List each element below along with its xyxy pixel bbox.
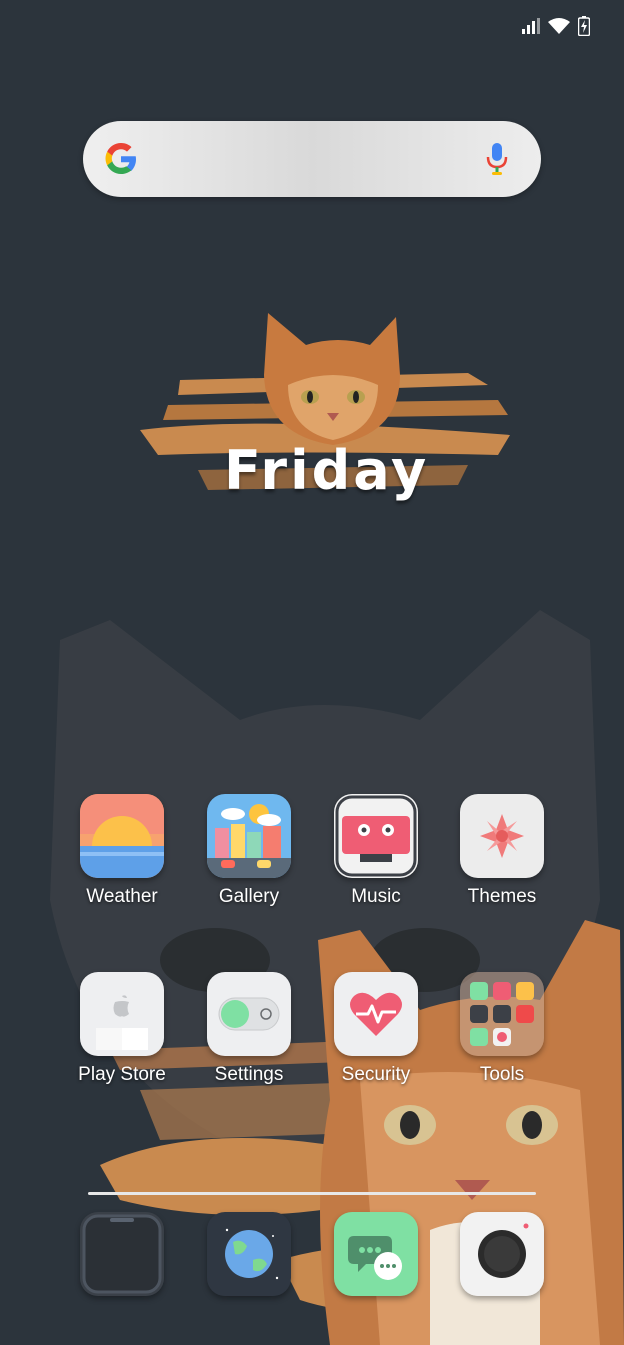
folder-icon xyxy=(460,972,544,1056)
dock-browser[interactable] xyxy=(207,1212,291,1296)
app-label: Tools xyxy=(479,1064,525,1085)
phone-icon xyxy=(80,1212,164,1296)
camera-icon xyxy=(460,1212,544,1296)
app-label: Gallery xyxy=(218,886,280,907)
app-label: Music xyxy=(351,886,401,907)
app-music[interactable]: Music xyxy=(321,794,431,908)
weather-icon xyxy=(80,794,164,878)
app-settings[interactable]: Settings xyxy=(194,972,304,1086)
signal-icon xyxy=(522,18,540,34)
app-label: Settings xyxy=(214,1064,284,1085)
app-label: Themes xyxy=(467,886,537,907)
app-label: Weather xyxy=(86,886,158,907)
dock-divider xyxy=(88,1192,536,1195)
gallery-icon xyxy=(207,794,291,878)
friday-widget[interactable]: Friday xyxy=(138,305,518,515)
app-label: Security xyxy=(341,1064,411,1085)
app-play-store[interactable]: Play Store xyxy=(67,972,177,1086)
app-security[interactable]: Security xyxy=(321,972,431,1086)
play-store-icon xyxy=(80,972,164,1056)
browser-globe-icon xyxy=(207,1212,291,1296)
status-bar xyxy=(522,16,590,36)
battery-charging-icon xyxy=(578,16,590,36)
wallpaper xyxy=(50,610,624,1345)
messages-icon xyxy=(334,1212,418,1296)
heart-pulse-icon xyxy=(334,972,418,1056)
settings-toggle-icon xyxy=(207,972,291,1056)
app-weather[interactable]: Weather xyxy=(67,794,177,908)
dock-camera[interactable] xyxy=(460,1212,544,1296)
dock-phone[interactable] xyxy=(80,1212,164,1296)
wifi-icon xyxy=(548,18,570,34)
music-icon xyxy=(334,794,418,878)
search-bar[interactable] xyxy=(83,121,541,197)
app-label: Play Store xyxy=(78,1064,166,1085)
app-gallery[interactable]: Gallery xyxy=(194,794,304,908)
themes-icon xyxy=(460,794,544,878)
friday-label: Friday xyxy=(224,439,430,502)
microphone-icon[interactable] xyxy=(485,141,509,177)
app-tools-folder[interactable]: Tools xyxy=(447,972,557,1086)
app-themes[interactable]: Themes xyxy=(447,794,557,908)
google-icon xyxy=(105,143,136,174)
dock-messages[interactable] xyxy=(334,1212,418,1296)
